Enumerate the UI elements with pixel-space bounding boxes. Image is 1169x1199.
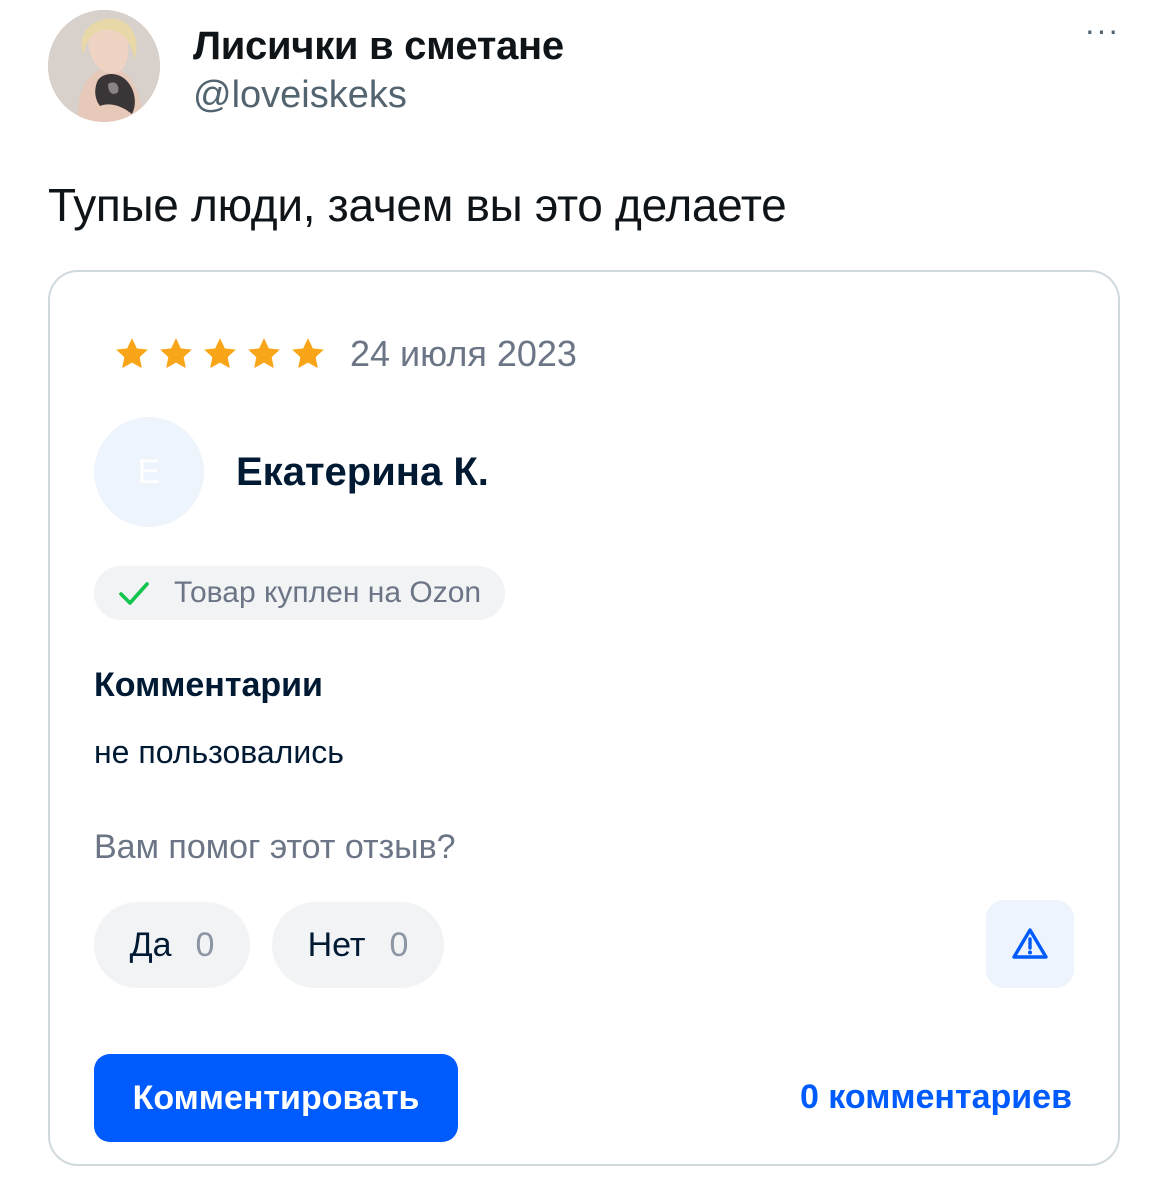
- warning-icon: [1012, 928, 1048, 959]
- vote-no-button[interactable]: Нет 0: [272, 902, 444, 988]
- review-card-image[interactable]: 24 июля 2023 Е Екатерина К. Товар куплен…: [48, 270, 1120, 1166]
- star-icon: [248, 338, 280, 369]
- author-handle[interactable]: @loveiskeks: [193, 74, 407, 117]
- report-button[interactable]: [986, 900, 1074, 988]
- star-icon: [292, 338, 324, 369]
- reviewer-name: Екатерина К.: [236, 449, 489, 494]
- tweet-header: Лисички в сметане @loveiskeks ···: [48, 10, 1128, 122]
- checkmark-icon: [119, 582, 149, 605]
- verified-purchase-badge: Товар куплен на Ozon: [94, 566, 506, 620]
- author-avatar[interactable]: [48, 10, 160, 122]
- review-date: 24 июля 2023: [350, 333, 577, 374]
- verified-text: Товар куплен на Ozon: [174, 576, 482, 609]
- vote-yes-button[interactable]: Да 0: [94, 902, 250, 988]
- vote-no-label: Нет: [307, 925, 366, 964]
- comments-heading: Комментарии: [94, 666, 323, 704]
- tweet-text: Тупые люди, зачем вы это делаете: [48, 179, 787, 231]
- star-icon: [116, 338, 148, 369]
- vote-no-count: 0: [389, 925, 409, 964]
- helpful-question: Вам помог этот отзыв?: [94, 828, 456, 866]
- more-dots-icon[interactable]: ···: [1076, 14, 1128, 54]
- rating-row: 24 июля 2023: [112, 333, 577, 374]
- comment-button[interactable]: Комментировать: [94, 1054, 458, 1142]
- star-icon: [160, 338, 192, 369]
- comments-count-link[interactable]: 0 комментариев: [800, 1078, 1072, 1117]
- star-icon: [204, 338, 236, 369]
- reviewer: Е Екатерина К.: [94, 416, 489, 528]
- vote-yes-count: 0: [195, 925, 215, 964]
- vote-yes-label: Да: [129, 925, 172, 964]
- reviewer-avatar: Е: [94, 417, 204, 527]
- reviewer-initial: Е: [137, 452, 161, 491]
- review-comment: не пользовались: [94, 734, 344, 770]
- author-name[interactable]: Лисички в сметане: [193, 24, 564, 69]
- star-rating: [112, 334, 328, 374]
